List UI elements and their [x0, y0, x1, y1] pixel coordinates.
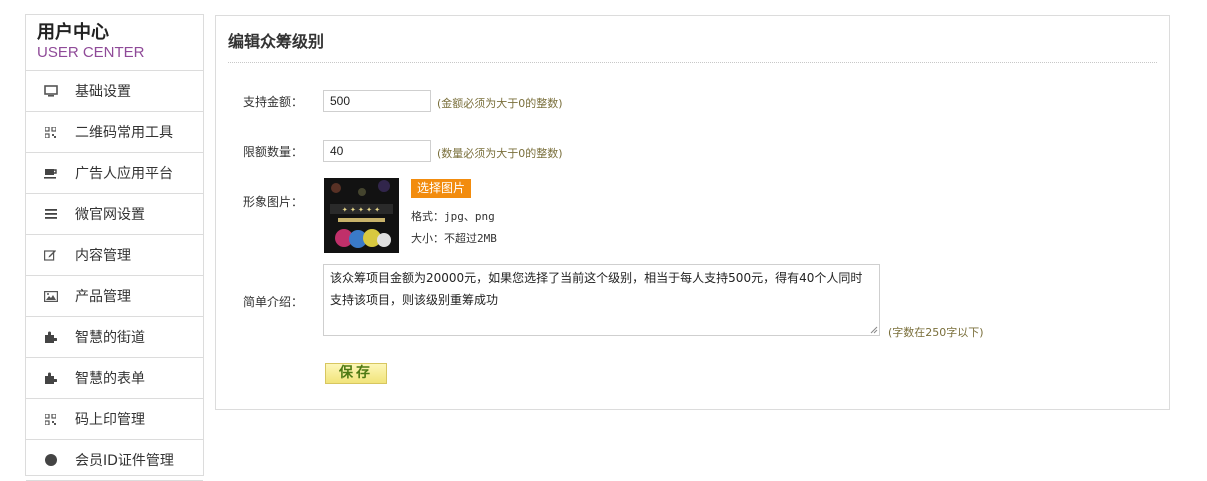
image-size-text: 大小：不超过2MB [411, 232, 497, 245]
quota-input[interactable] [323, 140, 431, 162]
amount-input[interactable] [323, 90, 431, 112]
svg-text:✦ ✦ ✦ ✦ ✦: ✦ ✦ ✦ ✦ ✦ [342, 206, 380, 214]
qrcode-icon [26, 413, 75, 425]
quota-label: 限额数量： [243, 145, 304, 159]
sidebar-item-label: 码上印管理 [75, 412, 145, 428]
cup-icon [26, 168, 75, 179]
amount-hint: (金额必须为大于0的整数) [437, 97, 563, 110]
puzzle-icon [26, 331, 75, 343]
page-title: 编辑众筹级别 [228, 32, 325, 51]
sidebar-item-ad-platform[interactable]: 广告人应用平台 [26, 153, 203, 194]
sidebar-item-member-id[interactable]: 会员ID证件管理 [26, 440, 203, 481]
intro-textarea[interactable]: 该众筹项目金额为20000元，如果您选择了当前这个级别，相当于每人支持500元，… [323, 264, 880, 336]
quota-hint: (数量必须为大于0的整数) [437, 147, 563, 160]
sidebar-item-label: 广告人应用平台 [75, 166, 173, 182]
choose-image-button[interactable]: 选择图片 [411, 179, 472, 198]
sidebar-item-label: 二维码常用工具 [75, 125, 173, 141]
qrcode-icon [26, 126, 75, 138]
sidebar-item-basic-settings[interactable]: 基础设置 [26, 71, 203, 112]
image-icon [26, 290, 75, 302]
level-image-thumbnail: ✦ ✦ ✦ ✦ ✦ [324, 178, 399, 253]
image-label: 形象图片： [243, 195, 304, 209]
sidebar-item-label: 智慧的街道 [75, 330, 145, 346]
intro-label: 简单介绍： [243, 295, 304, 309]
sidebar-item-print-code[interactable]: 码上印管理 [26, 399, 203, 440]
sidebar-title: 用户中心 [37, 22, 109, 43]
sidebar-item-smart-form[interactable]: 智慧的表单 [26, 358, 203, 399]
save-button[interactable]: 保存 [325, 363, 387, 384]
sidebar-item-micro-site[interactable]: 微官网设置 [26, 194, 203, 235]
edit-icon [26, 249, 75, 261]
sidebar-item-qrcode-tools[interactable]: 二维码常用工具 [26, 112, 203, 153]
title-divider [228, 62, 1157, 63]
resize-grip-icon[interactable] [870, 326, 878, 334]
monitor-icon [26, 85, 75, 97]
sidebar-item-label: 智慧的表单 [75, 371, 145, 387]
intro-hint: (字数在250字以下) [888, 326, 984, 339]
sidebar-item-label: 微官网设置 [75, 207, 145, 223]
list-icon [26, 209, 75, 219]
edit-crowdfunding-level-panel: 编辑众筹级别 支持金额： (金额必须为大于0的整数) 限额数量： (数量必须为大… [215, 15, 1170, 410]
sidebar-item-label: 产品管理 [75, 289, 131, 305]
user-center-sidebar: 用户中心 USER CENTER 基础设置 二维码常用工具 广告人应用平台 微官… [25, 14, 204, 481]
sidebar-item-content-manage[interactable]: 内容管理 [26, 235, 203, 276]
circle-icon [26, 453, 75, 467]
intro-text: 该众筹项目金额为20000元，如果您选择了当前这个级别，相当于每人支持500元，… [330, 271, 863, 307]
image-format-text: 格式：jpg、png [411, 210, 495, 223]
amount-label: 支持金额： [243, 95, 304, 109]
sidebar-item-product-manage[interactable]: 产品管理 [26, 276, 203, 317]
sidebar-item-label: 会员ID证件管理 [75, 453, 174, 469]
puzzle-icon [26, 372, 75, 384]
sidebar-header: 用户中心 USER CENTER [26, 15, 203, 71]
sidebar-item-smart-street[interactable]: 智慧的街道 [26, 317, 203, 358]
sidebar-item-label: 基础设置 [75, 84, 131, 100]
sidebar-subtitle: USER CENTER [37, 44, 145, 61]
sidebar-item-label: 内容管理 [75, 248, 131, 264]
